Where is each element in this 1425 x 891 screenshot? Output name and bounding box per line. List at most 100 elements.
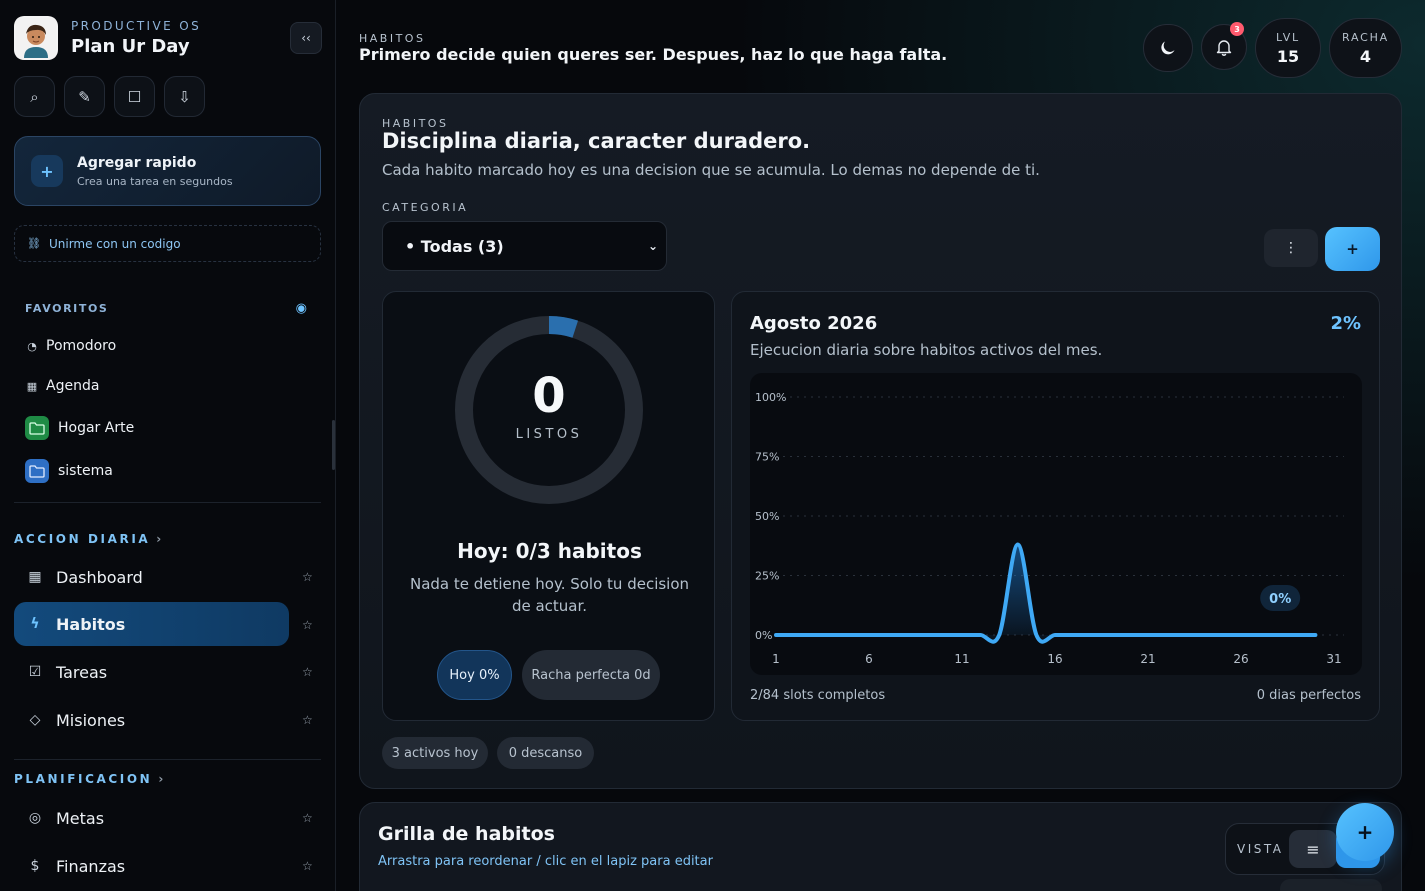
collapse-sidebar-button[interactable]: ‹‹ xyxy=(290,22,322,54)
favorite-item-agenda[interactable]: ▦ Agenda xyxy=(25,378,100,394)
today-message: Nada te detiene hoy. Solo tu decision de… xyxy=(409,575,690,615)
nav-label: Tareas xyxy=(56,662,108,682)
moon-icon xyxy=(1161,41,1175,55)
nav-item-tareas[interactable]: ☑ Tareas xyxy=(14,650,289,694)
streak-label: RACHA xyxy=(1341,30,1389,44)
today-progress-card: 0 LISTOS Hoy: 0/3 habitos Nada te detien… xyxy=(382,291,715,721)
window-button[interactable]: ☐ xyxy=(114,76,155,117)
brand: PRODUCTIVE OS Plan Ur Day xyxy=(14,16,201,60)
favorite-item-pomodoro[interactable]: ◔ Pomodoro xyxy=(25,338,116,354)
level-label: LVL xyxy=(1276,30,1300,44)
quick-add-button[interactable]: + Agregar rapido Crea una tarea en segun… xyxy=(14,136,321,206)
favorite-item-hogar-arte[interactable]: Hogar Arte xyxy=(25,416,134,440)
habits-card: HABITOS Disciplina diaria, caracter dura… xyxy=(359,93,1402,789)
favorite-item-sistema[interactable]: sistema xyxy=(25,459,113,483)
nav-item-misiones[interactable]: ◇ Misiones xyxy=(14,698,289,742)
square-icon: ☐ xyxy=(127,87,142,106)
today-title: Hoy: 0/3 habitos xyxy=(457,539,642,563)
chart-callout-label: 0% xyxy=(1269,592,1291,607)
chart-x-tick: 6 xyxy=(865,652,873,666)
bolt-icon: ϟ xyxy=(30,616,40,632)
avatar[interactable] xyxy=(14,16,58,60)
header-quote: Primero decide quien queres ser. Despues… xyxy=(359,45,948,64)
more-options-button[interactable]: ⋮ xyxy=(1264,229,1318,267)
theme-toggle-button[interactable] xyxy=(1143,24,1193,72)
chevron-down-icon: ⌄ xyxy=(647,239,658,253)
grid-subtitle: Arrastra para reordenar / clic en el lap… xyxy=(378,854,713,869)
plus-icon: + xyxy=(1346,240,1359,258)
checkbox-icon: ☑ xyxy=(28,664,42,680)
sidebar-toolbar: ⌕ ✎ ☐ ⇩ xyxy=(14,76,205,117)
floating-add-button[interactable]: + xyxy=(1336,803,1394,861)
search-button[interactable]: ⌕ xyxy=(14,76,55,117)
chevron-right-icon: › xyxy=(158,772,164,786)
join-code-button[interactable]: ⛓ Unirme con un codigo xyxy=(14,225,321,262)
nav-item-metas[interactable]: ◎ Metas xyxy=(14,796,289,840)
search-icon: ⌕ xyxy=(30,87,39,106)
level-value: 15 xyxy=(1276,46,1300,66)
quick-add-text: Agregar rapido Crea una tarea en segundo… xyxy=(77,155,233,188)
star-icon[interactable]: ☆ xyxy=(302,713,313,727)
chart-x-tick: 26 xyxy=(1233,652,1248,666)
streak-pill: RACHA 4 xyxy=(1329,18,1402,78)
star-icon[interactable]: ☆ xyxy=(302,570,313,584)
nav-label: Metas xyxy=(56,808,105,828)
section-daily-label: ACCION DIARIA xyxy=(14,532,151,546)
perfect-streak-label: Racha perfecta 0d xyxy=(531,667,651,683)
chevron-right-icon: › xyxy=(156,532,162,546)
notifications-button[interactable]: 3 xyxy=(1201,22,1247,70)
section-daily-header[interactable]: ACCION DIARIA › xyxy=(14,532,161,546)
nav-item-habitos[interactable]: ϟ Habitos xyxy=(14,602,289,646)
brand-text: PRODUCTIVE OS Plan Ur Day xyxy=(71,19,201,57)
quick-add-subtitle: Crea una tarea en segundos xyxy=(77,174,233,188)
favorite-label: sistema xyxy=(58,463,113,479)
star-icon[interactable]: ☆ xyxy=(302,859,313,873)
category-label: CATEGORIA xyxy=(382,201,469,214)
today-percent-pill[interactable]: Hoy 0% xyxy=(437,650,512,700)
sidebar-divider xyxy=(14,759,321,760)
today-percent-label: Hoy 0% xyxy=(449,667,500,683)
sidebar-resize-handle[interactable] xyxy=(332,420,335,470)
target-icon: ◎ xyxy=(28,810,42,826)
grid-filter-chip[interactable] xyxy=(1280,879,1382,891)
add-habit-button[interactable]: + xyxy=(1325,227,1380,271)
brand-kicker: PRODUCTIVE OS xyxy=(71,19,202,33)
perfect-streak-pill[interactable]: Racha perfecta 0d xyxy=(522,650,660,700)
habits-subtitle: Cada habito marcado hoy es una decision … xyxy=(382,161,1040,179)
more-icon: ⋮ xyxy=(1284,240,1298,256)
favorite-label: Hogar Arte xyxy=(58,420,135,436)
sidebar-divider xyxy=(14,502,321,503)
favorite-label: Agenda xyxy=(46,378,100,394)
chart-y-tick: 75% xyxy=(755,451,779,464)
star-icon[interactable]: ☆ xyxy=(302,618,313,632)
quick-add-title: Agregar rapido xyxy=(77,154,197,171)
chart-area xyxy=(776,544,1316,642)
list-view-button[interactable]: ≡ xyxy=(1289,830,1337,868)
sidebar: PRODUCTIVE OS Plan Ur Day ‹‹ ⌕ ✎ ☐ ⇩ + A… xyxy=(0,0,336,891)
download-icon: ⇩ xyxy=(178,87,191,106)
collapse-icon: ‹‹ xyxy=(301,31,311,45)
chart-y-tick: 50% xyxy=(755,510,779,523)
download-button[interactable]: ⇩ xyxy=(164,76,205,117)
list-icon: ≡ xyxy=(1306,839,1320,859)
progress-ring: 0 LISTOS xyxy=(452,313,646,507)
calendar-icon: ▦ xyxy=(26,379,38,393)
chart-x-tick: 16 xyxy=(1047,652,1062,666)
section-planning-header[interactable]: PLANIFICACION › xyxy=(14,772,163,786)
clock-icon: ◔ xyxy=(27,339,37,353)
star-icon[interactable]: ☆ xyxy=(302,811,313,825)
done-count: 0 xyxy=(532,368,566,424)
edit-button[interactable]: ✎ xyxy=(64,76,105,117)
main-content: HABITOS Primero decide quien queres ser.… xyxy=(337,0,1425,891)
category-select[interactable]: • Todas (3) ⌄ xyxy=(382,221,667,271)
chart-x-tick: 11 xyxy=(954,652,969,666)
diamond-icon: ◇ xyxy=(29,712,41,728)
nav-item-finanzas[interactable]: $ Finanzas xyxy=(14,844,289,888)
bell-icon xyxy=(1216,40,1232,56)
eye-icon[interactable]: ◉ xyxy=(296,301,307,316)
notification-badge: 3 xyxy=(1230,22,1244,36)
active-today-label: 3 activos hoy xyxy=(391,745,479,761)
month-title: Agosto 2026 xyxy=(750,313,878,334)
nav-item-dashboard[interactable]: ▦ Dashboard xyxy=(14,555,289,599)
star-icon[interactable]: ☆ xyxy=(302,665,313,679)
